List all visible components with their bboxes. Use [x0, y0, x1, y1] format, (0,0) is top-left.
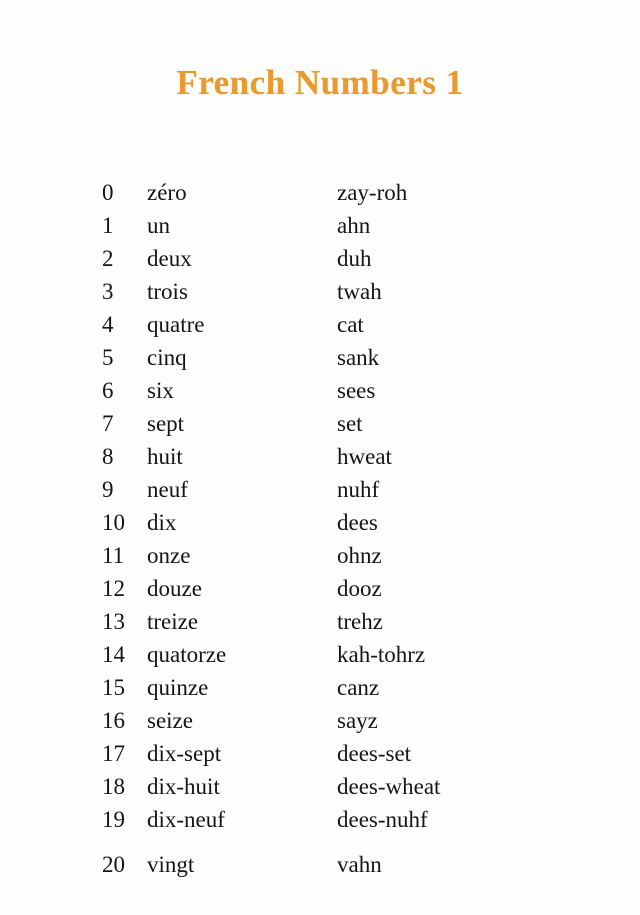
table-row: 1 un ahn: [0, 209, 640, 242]
pronunciation-cell: sank: [337, 345, 380, 370]
number-cell: 1: [102, 213, 114, 238]
table-row: 20 vingt vahn: [0, 836, 640, 881]
pronunciation-cell: trehz: [337, 609, 383, 634]
french-word-cell: dix: [147, 510, 177, 535]
table-row: 7 sept set: [0, 407, 640, 440]
pronunciation-cell: cat: [337, 312, 364, 337]
number-cell: 17: [102, 741, 125, 766]
pronunciation-cell: vahn: [337, 852, 382, 877]
french-word-cell: treize: [147, 609, 199, 634]
table-row: 5 cinq sank: [0, 341, 640, 374]
table-row: 3 trois twah: [0, 275, 640, 308]
pronunciation-cell: ahn: [337, 213, 371, 238]
number-cell: 4: [102, 312, 114, 337]
table-row: 6 six sees: [0, 374, 640, 407]
table-row: 10 dix dees: [0, 506, 640, 539]
table-row: 13 treize trehz: [0, 605, 640, 638]
pronunciation-cell: set: [337, 411, 363, 436]
french-word-cell: dix-huit: [147, 774, 220, 799]
document-page: French Numbers 1 0 zéro zay-roh 1 un ahn 2 deux…: [0, 0, 640, 915]
pronunciation-cell: nuhf: [337, 477, 380, 502]
table-row: 17 dix-sept dees-set: [0, 737, 640, 770]
table-row: 12 douze dooz: [0, 572, 640, 605]
french-word-cell: dix-neuf: [147, 807, 225, 832]
french-word-cell: quatorze: [147, 642, 227, 667]
french-word-cell: dix-sept: [147, 741, 222, 766]
french-word-cell: quatre: [147, 312, 205, 337]
number-cell: 9: [102, 477, 114, 502]
french-word-cell: vingt: [147, 852, 195, 877]
table-row: 8 huit hweat: [0, 440, 640, 473]
table-row: 11 onze ohnz: [0, 539, 640, 572]
french-word-cell: neuf: [147, 477, 188, 502]
french-word-cell: sept: [147, 411, 185, 436]
french-word-cell: seize: [147, 708, 193, 733]
number-cell: 14: [102, 642, 125, 667]
number-cell: 11: [102, 543, 125, 568]
french-word-cell: six: [147, 378, 174, 403]
pronunciation-cell: dooz: [337, 576, 382, 601]
french-word-cell: trois: [147, 279, 188, 304]
pronunciation-cell: zay-roh: [337, 180, 408, 205]
pronunciation-cell: kah-tohrz: [337, 642, 426, 667]
pronunciation-cell: sees: [337, 378, 376, 403]
number-cell: 13: [102, 609, 125, 634]
french-word-cell: zéro: [147, 180, 187, 205]
pronunciation-cell: ohnz: [337, 543, 382, 568]
number-cell: 2: [102, 246, 114, 271]
french-word-cell: huit: [147, 444, 183, 469]
number-cell: 3: [102, 279, 114, 304]
number-cell: 18: [102, 774, 125, 799]
table-row: 19 dix-neuf dees-nuhf: [0, 803, 640, 836]
number-cell: 0: [102, 180, 114, 205]
pronunciation-cell: dees-wheat: [337, 774, 441, 799]
pronunciation-cell: dees-set: [337, 741, 412, 766]
number-cell: 7: [102, 411, 114, 436]
number-cell: 6: [102, 378, 114, 403]
french-word-cell: quinze: [147, 675, 209, 700]
pronunciation-cell: canz: [337, 675, 380, 700]
french-numbers-table: 0 zéro zay-roh 1 un ahn 2 deux duh 3 trois twah 4 qua…: [0, 176, 640, 881]
number-cell: 12: [102, 576, 125, 601]
number-cell: 5: [102, 345, 114, 370]
table-row: 0 zéro zay-roh: [0, 176, 640, 209]
page-title: French Numbers 1: [176, 63, 464, 102]
number-cell: 10: [102, 510, 125, 535]
table-row: 18 dix-huit dees-wheat: [0, 770, 640, 803]
french-word-cell: cinq: [147, 345, 187, 370]
french-word-cell: un: [147, 213, 170, 238]
french-word-cell: onze: [147, 543, 191, 568]
table-row: 2 deux duh: [0, 242, 640, 275]
number-cell: 20: [102, 852, 125, 877]
table-row: 16 seize sayz: [0, 704, 640, 737]
pronunciation-cell: hweat: [337, 444, 392, 469]
number-cell: 15: [102, 675, 125, 700]
table-row: 15 quinze canz: [0, 671, 640, 704]
pronunciation-cell: sayz: [337, 708, 378, 733]
pronunciation-cell: dees-nuhf: [337, 807, 428, 832]
table-row: 14 quatorze kah-tohrz: [0, 638, 640, 671]
number-cell: 16: [102, 708, 125, 733]
pronunciation-cell: duh: [337, 246, 372, 271]
pronunciation-cell: twah: [337, 279, 382, 304]
pronunciation-cell: dees: [337, 510, 378, 535]
table-body: 0 zéro zay-roh 1 un ahn 2 deux duh 3 trois twah 4 qua…: [0, 176, 640, 881]
table-row: 4 quatre cat: [0, 308, 640, 341]
french-word-cell: deux: [147, 246, 192, 271]
number-cell: 8: [102, 444, 114, 469]
table-row: 9 neuf nuhf: [0, 473, 640, 506]
number-cell: 19: [102, 807, 125, 832]
french-word-cell: douze: [147, 576, 202, 601]
